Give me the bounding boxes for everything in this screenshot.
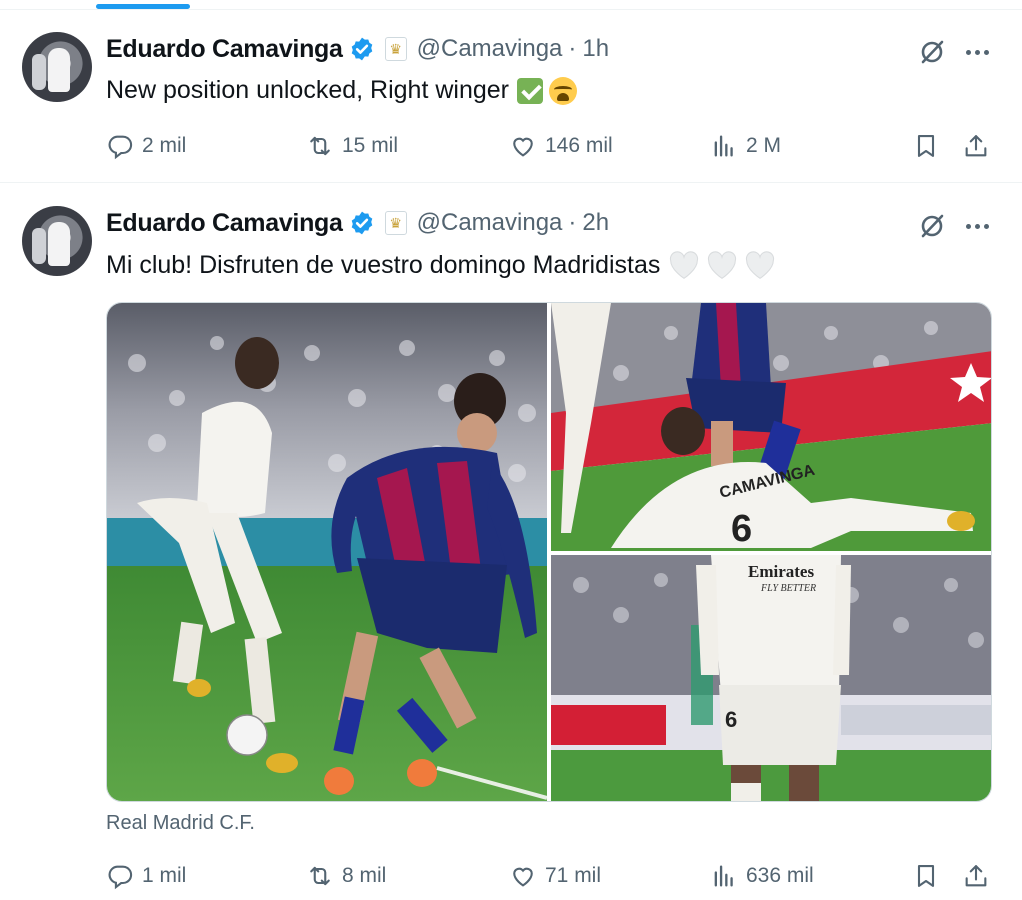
retweet-button[interactable]: 15 mil	[306, 126, 398, 166]
author-handle[interactable]: @Camavinga	[417, 209, 563, 237]
photo-duel[interactable]	[107, 303, 547, 801]
tweet-text-content: New position unlocked, Right winger	[106, 76, 509, 104]
retweet-icon	[310, 136, 330, 156]
avatar[interactable]	[22, 32, 92, 102]
avatar[interactable]	[22, 206, 92, 276]
separator-dot: ·	[568, 35, 577, 62]
separator-dot: ·	[568, 209, 577, 236]
retweet-button[interactable]: 8 mil	[306, 856, 386, 896]
retweet-icon	[310, 866, 330, 886]
like-button[interactable]: 71 mil	[509, 856, 601, 896]
views-icon	[714, 865, 733, 887]
club-badge-icon: ♛	[384, 211, 407, 235]
like-icon	[513, 867, 533, 887]
views-icon	[714, 135, 733, 157]
reply-button[interactable]: 2 mil	[106, 126, 186, 166]
tweet-actions: 2 mil 15 mil 146 mil 2 M	[0, 126, 1022, 166]
tweet-text: Mi club! Disfruten de vuestro domingo Ma…	[106, 250, 776, 280]
tweet-text-content: Mi club! Disfruten de vuestro domingo Ma…	[106, 250, 661, 279]
tweet-header: Eduardo Camavinga ♛ @Camavinga · 2h	[106, 208, 609, 238]
grok-icon[interactable]	[918, 212, 946, 240]
photo-slide-tackle[interactable]: CAMAVINGA 6	[551, 303, 991, 551]
like-count: 71 mil	[545, 864, 602, 887]
more-icon[interactable]	[962, 38, 992, 66]
bookmark-icon	[917, 865, 935, 887]
author-name[interactable]: Eduardo Camavinga	[106, 209, 343, 238]
photo-slide-tackle-image: CAMAVINGA 6	[551, 303, 991, 551]
share-button[interactable]	[962, 126, 990, 166]
verified-icon	[351, 211, 372, 235]
share-icon	[965, 135, 987, 157]
views-count: 636 mil	[746, 864, 814, 887]
share-icon	[965, 865, 987, 887]
photo-player-standing[interactable]: Emirates FLY BETTER 6	[551, 555, 991, 801]
white-heart-icon	[708, 251, 737, 279]
author-handle[interactable]: @Camavinga	[417, 35, 563, 63]
retweet-count: 15 mil	[342, 134, 399, 157]
tweet[interactable]: Eduardo Camavinga ♛ @Camavinga · 2h Mi c…	[0, 184, 1022, 900]
views-button[interactable]: 2 M	[710, 126, 781, 166]
tweet-text: New position unlocked, Right winger	[106, 76, 577, 105]
bookmark-button[interactable]	[912, 856, 940, 896]
like-button[interactable]: 146 mil	[509, 126, 613, 166]
reply-count: 1 mil	[142, 864, 187, 887]
share-button[interactable]	[962, 856, 990, 896]
sponsor-sub-text: FLY BETTER	[760, 583, 816, 594]
bookmark-button[interactable]	[912, 126, 940, 166]
views-button[interactable]: 636 mil	[710, 856, 814, 896]
active-tab-indicator	[96, 4, 190, 9]
shirt-number-text: 6	[731, 508, 752, 550]
verified-icon	[351, 37, 372, 61]
sponsor-text: Emirates	[748, 562, 814, 581]
tweet[interactable]: Eduardo Camavinga ♛ @Camavinga · 1h New …	[0, 10, 1022, 183]
retweet-count: 8 mil	[342, 864, 387, 887]
reply-icon	[108, 135, 133, 160]
tweet-header: Eduardo Camavinga ♛ @Camavinga · 1h	[106, 34, 609, 64]
like-count: 146 mil	[545, 134, 613, 157]
like-icon	[513, 137, 533, 157]
reply-button[interactable]: 1 mil	[106, 856, 186, 896]
media-grid: CAMAVINGA 6 Emirates FLY BETTER 6	[106, 302, 992, 802]
photo-player-standing-image: Emirates FLY BETTER 6	[551, 555, 991, 801]
reply-count: 2 mil	[142, 134, 187, 157]
grok-icon[interactable]	[918, 38, 946, 66]
shorts-number-text: 6	[725, 707, 737, 732]
tweet-actions: 1 mil 8 mil 71 mil 636 mil	[0, 856, 1022, 896]
white-heart-icon	[746, 251, 775, 279]
club-badge-icon: ♛	[384, 37, 407, 61]
crying-emoji-icon	[549, 76, 577, 105]
author-name[interactable]: Eduardo Camavinga	[106, 35, 343, 64]
timestamp[interactable]: 1h	[582, 35, 609, 63]
white-heart-icon	[670, 251, 699, 279]
photo-duel-image	[107, 303, 547, 801]
timestamp[interactable]: 2h	[582, 209, 609, 237]
more-icon[interactable]	[962, 212, 992, 240]
views-count: 2 M	[746, 134, 782, 157]
media-caption[interactable]: Real Madrid C.F.	[106, 812, 255, 835]
check-emoji-icon	[517, 77, 543, 104]
reply-icon	[108, 865, 133, 890]
bookmark-icon	[917, 135, 935, 157]
